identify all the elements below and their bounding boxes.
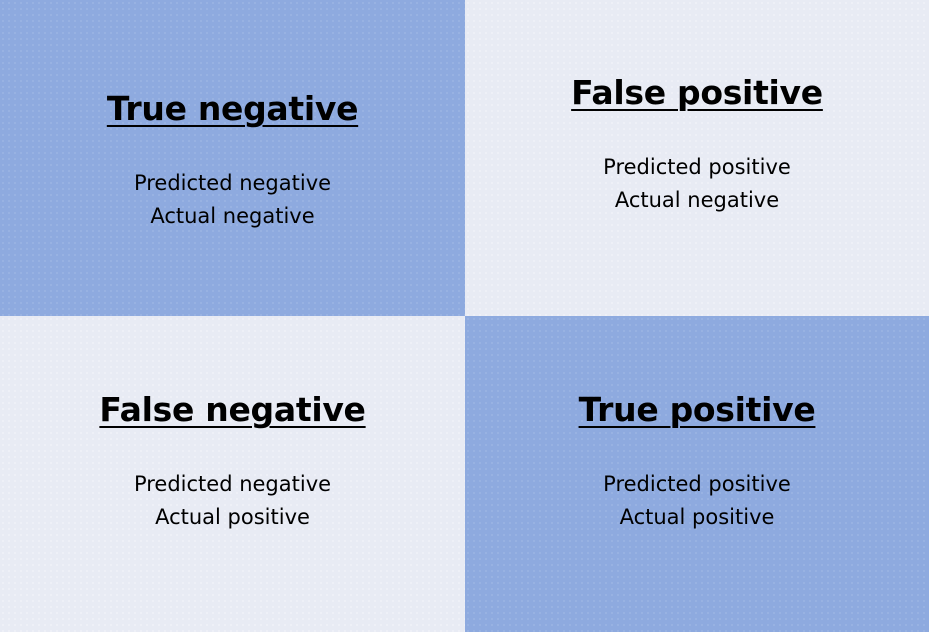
true-negative-actual: Actual negative — [150, 204, 315, 228]
true-positive-title-text: True positive — [578, 390, 816, 429]
false-negative-title-text: False negative — [99, 390, 366, 429]
false-positive-predicted: Predicted positive — [603, 155, 791, 179]
false-negative-predicted: Predicted negative — [133, 472, 332, 496]
false-negative-actual: Actual positive — [155, 505, 310, 529]
false-positive-title: False positive — [465, 75, 929, 111]
true-negative-cell: True negative Predicted negative Actual … — [0, 0, 465, 316]
true-positive-actual: Actual positive — [619, 505, 775, 529]
false-positive-actual: Actual negative — [614, 188, 780, 212]
true-positive-predicted: Predicted positive — [603, 472, 791, 496]
true-positive-cell: True positive Predicted positive Actual … — [465, 316, 929, 632]
true-negative-description: Predicted negative Actual negative — [0, 167, 465, 233]
false-negative-description: Predicted negative Actual positive — [0, 468, 465, 534]
true-positive-description: Predicted positive Actual positive — [465, 468, 929, 534]
true-negative-predicted: Predicted negative — [133, 171, 332, 195]
true-positive-title: True positive — [465, 392, 929, 428]
false-positive-title-text: False positive — [571, 73, 823, 112]
true-negative-title-text: True negative — [106, 89, 359, 128]
confusion-matrix: True negative Predicted negative Actual … — [0, 0, 929, 632]
false-positive-description: Predicted positive Actual negative — [465, 151, 929, 217]
false-negative-title: False negative — [0, 392, 465, 428]
true-negative-title: True negative — [0, 91, 465, 127]
false-negative-cell: False negative Predicted negative Actual… — [0, 316, 465, 632]
false-positive-cell: False positive Predicted positive Actual… — [465, 0, 929, 316]
